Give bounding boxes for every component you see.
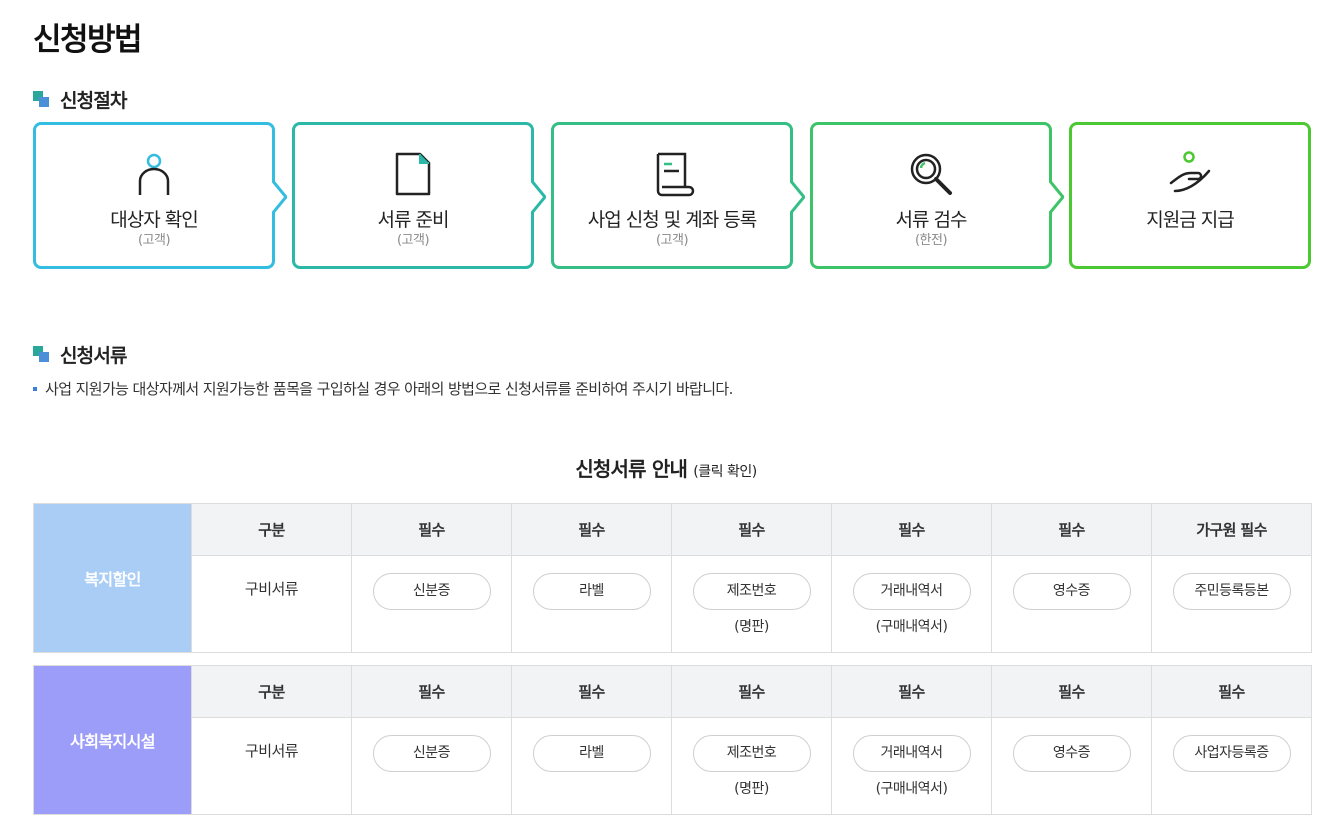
document-cell: 영수증	[991, 717, 1152, 815]
document-cell: 신분증	[351, 717, 512, 815]
chevron-right-icon	[790, 180, 805, 214]
column-header: 구분	[191, 665, 352, 718]
documents-table-facility: 사회복지시설 구분 필수 필수 필수 필수 필수 필수 구비서류 신분증 라벨 제조번호 (명판) 거래내…	[33, 665, 1312, 815]
document-cell: 제조번호 (명판)	[671, 717, 832, 815]
column-header: 필수	[351, 665, 512, 718]
document-button[interactable]: 주민등록등본	[1172, 573, 1291, 610]
guide-hint: (클릭 확인)	[693, 464, 757, 480]
bullet-dot-icon	[33, 386, 37, 391]
category-label: 사회복지시설	[33, 665, 192, 815]
category-label: 복지할인	[33, 503, 192, 653]
chevron-right-icon	[1049, 180, 1064, 214]
column-header: 필수	[671, 503, 832, 556]
procedure-step: 대상자 확인 (고객)	[33, 122, 287, 269]
hand-coin-icon	[1167, 151, 1213, 197]
document-cell: 거래내역서 (구매내역서)	[831, 555, 992, 653]
document-sub-label: (구매내역서)	[875, 619, 948, 635]
document-icon	[390, 151, 436, 197]
column-header: 가구원 필수	[1151, 503, 1312, 556]
column-header: 필수	[671, 665, 832, 718]
scroll-icon	[649, 151, 695, 197]
column-header: 필수	[831, 665, 992, 718]
step-label: 대상자 확인	[110, 209, 198, 231]
document-cell: 라벨	[511, 717, 672, 815]
column-header: 필수	[991, 503, 1152, 556]
documents-table-welfare: 복지할인 구분 필수 필수 필수 필수 필수 가구원 필수 구비서류 신분증 라벨 제조번호 (명판) 거…	[33, 503, 1312, 653]
section-title-text: 신청서류	[60, 345, 128, 367]
column-header: 구분	[191, 503, 352, 556]
column-header: 필수	[511, 665, 672, 718]
step-sub: (한전)	[914, 233, 948, 248]
document-cell: 주민등록등본	[1151, 555, 1312, 653]
guide-title: 신청서류 안내 (클릭 확인)	[0, 453, 1332, 482]
page-title: 신청방법	[33, 22, 143, 58]
document-cell: 라벨	[511, 555, 672, 653]
person-icon	[131, 151, 177, 197]
section-title-procedure: 신청절차	[33, 86, 128, 113]
document-button[interactable]: 라벨	[532, 735, 651, 772]
chevron-right-icon	[531, 180, 546, 214]
document-cell: 사업자등록증	[1151, 717, 1312, 815]
section-title-text: 신청절차	[60, 90, 128, 112]
document-button[interactable]: 거래내역서	[852, 735, 971, 772]
column-header: 필수	[1151, 665, 1312, 718]
step-label: 서류 준비	[377, 209, 450, 231]
chevron-right-icon	[272, 180, 287, 214]
magnifier-icon	[908, 151, 954, 197]
document-cell: 거래내역서 (구매내역서)	[831, 717, 992, 815]
documents-notice: 사업 지원가능 대상자께서 지원가능한 품목을 구입하실 경우 아래의 방법으로…	[33, 378, 733, 399]
document-sub-label: (명판)	[734, 781, 769, 797]
procedure-step: 서류 준비 (고객)	[292, 122, 546, 269]
document-button[interactable]: 제조번호	[692, 735, 811, 772]
procedure-step: 지원금 지급	[1069, 122, 1311, 269]
document-sub-label: (구매내역서)	[875, 781, 948, 797]
section-title-documents: 신청서류	[33, 341, 128, 368]
section-bullet-icon	[33, 91, 50, 108]
row-label: 구비서류	[191, 717, 352, 815]
document-button[interactable]: 라벨	[532, 573, 651, 610]
procedure-step: 사업 신청 및 계좌 등록 (고객)	[551, 122, 805, 269]
step-sub: (고객)	[396, 233, 430, 248]
document-button[interactable]: 영수증	[1012, 573, 1131, 610]
document-cell: 영수증	[991, 555, 1152, 653]
document-sub-label: (명판)	[734, 619, 769, 635]
procedure-steps: 대상자 확인 (고객) 서류 준비 (고객) 사업 신청 및 계좌 등록 (고객) 서류 검…	[33, 122, 1312, 269]
notice-text: 사업 지원가능 대상자께서 지원가능한 품목을 구입하실 경우 아래의 방법으로…	[45, 380, 733, 398]
step-label: 지원금 지급	[1146, 209, 1234, 231]
step-label: 사업 신청 및 계좌 등록	[587, 209, 757, 231]
document-cell: 신분증	[351, 555, 512, 653]
document-cell: 제조번호 (명판)	[671, 555, 832, 653]
document-button[interactable]: 사업자등록증	[1172, 735, 1291, 772]
document-button[interactable]: 거래내역서	[852, 573, 971, 610]
step-label: 서류 검수	[895, 209, 968, 231]
procedure-step: 서류 검수 (한전)	[810, 122, 1064, 269]
column-header: 필수	[831, 503, 992, 556]
guide-title-text: 신청서류 안내	[575, 457, 688, 481]
row-label: 구비서류	[191, 555, 352, 653]
document-button[interactable]: 제조번호	[692, 573, 811, 610]
document-button[interactable]: 영수증	[1012, 735, 1131, 772]
document-button[interactable]: 신분증	[372, 573, 491, 610]
column-header: 필수	[351, 503, 512, 556]
document-button[interactable]: 신분증	[372, 735, 491, 772]
column-header: 필수	[991, 665, 1152, 718]
section-bullet-icon	[33, 346, 50, 363]
step-sub: (고객)	[137, 233, 171, 248]
step-sub: (고객)	[655, 233, 689, 248]
column-header: 필수	[511, 503, 672, 556]
